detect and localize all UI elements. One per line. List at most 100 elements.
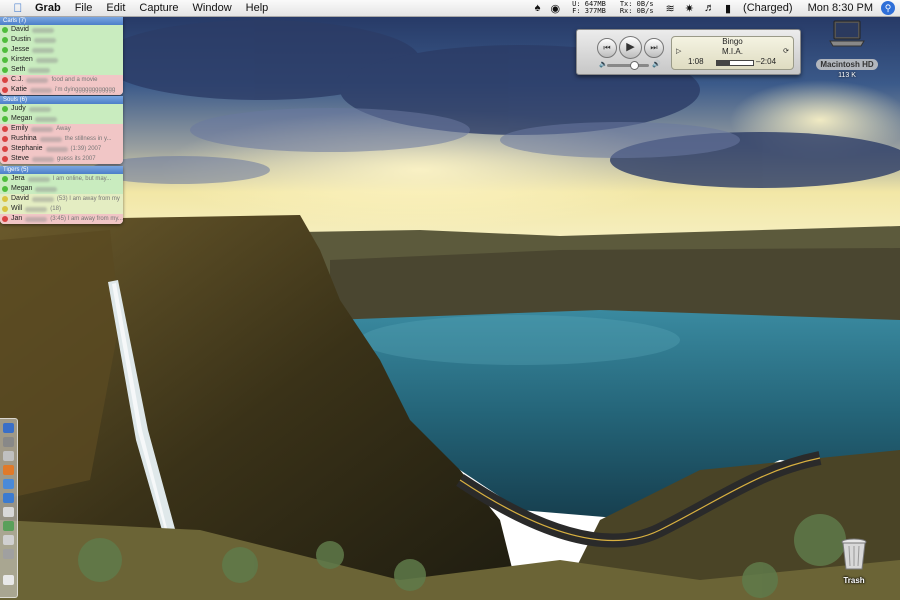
volume-icon[interactable]: ♬ [699,2,720,14]
dock-preferences-icon[interactable] [3,549,14,559]
buddy-row[interactable]: Will (18) [0,204,123,214]
dock-trash-icon[interactable] [3,575,14,585]
buddy-row[interactable]: Steve guess its 2007 [0,154,123,164]
dock-firefox-icon[interactable] [3,465,14,475]
previous-track-button[interactable]: ⏮ [597,38,617,58]
fast-forward-icon: ⏭ [650,43,658,52]
menu-capture[interactable]: Capture [132,0,185,16]
presence-status-icon [2,37,8,43]
buddy-name: Judy [11,105,26,112]
menubar-extras: ♠ ◉ U: 647MB F: 377MB Tx: 0B/s Rx: 0B/s … [530,0,900,16]
buddy-row[interactable]: Katie i'm dyingggggggggggg [0,85,123,95]
bluetooth-icon[interactable]: ✷ [680,2,699,15]
buddy-row[interactable]: Emily Away [0,124,123,134]
menu-help[interactable]: Help [239,0,276,16]
redacted-surname [28,106,51,112]
buddy-name: Jera [11,175,25,182]
buddy-row[interactable]: Judy [0,104,123,114]
dock-adium-icon[interactable] [3,521,14,531]
display-mode-icon[interactable]: ▷ [676,47,681,55]
play-button[interactable]: ▶ [619,36,642,59]
presence-status-icon [2,57,8,63]
buddy-row[interactable]: C.J. food and a movie [0,75,123,85]
artist-name: M.I.A. [722,47,743,56]
apple-icon[interactable]:  [8,1,28,15]
buddy-status-message: Away [56,126,71,132]
battery-status[interactable]: (Charged) [736,0,800,16]
snapback-icon[interactable]: ⟳ [783,47,789,55]
buddy-row[interactable]: Dustin [0,35,123,45]
redacted-surname [35,116,58,122]
trash-icon [841,538,867,570]
dock-itunes-icon[interactable] [3,451,14,461]
dock-mail-icon[interactable] [3,493,14,503]
dock-finder-icon[interactable] [3,423,14,433]
now-playing-display: ▷ ⟳ Bingo M.I.A. 1:08 –2:04 [671,36,794,70]
net-rx: Rx: 0B/s [619,7,654,15]
buddy-row[interactable]: Jesse [0,45,123,55]
memory-monitor[interactable]: U: 647MB F: 377MB [565,1,613,15]
battery-icon[interactable]: ▮ [720,2,736,15]
buddy-name: Megan [11,115,33,122]
redacted-surname [35,186,58,192]
buddy-row[interactable]: David (53) I am away from my [0,194,123,204]
next-track-button[interactable]: ⏭ [644,38,664,58]
wifi-icon[interactable]: ≋ [661,2,680,15]
elapsed-time: 1:08 [688,57,704,66]
macintosh-hd-icon[interactable]: Macintosh HD 113 K [812,19,882,79]
presence-status-icon [2,216,8,222]
redacted-surname [28,67,51,73]
buddy-row[interactable]: Jera I am online, but may... [0,174,123,184]
buddy-name: Kirsten [11,56,33,63]
dock-address-book-icon[interactable] [3,507,14,517]
buddy-group-panel: Tigers (5) Jera I am online, but may... Meg… [0,166,123,224]
dock-safari-icon[interactable] [3,479,14,489]
buddy-row[interactable]: Rushina the stillness in y... [0,134,123,144]
redacted-surname [25,206,48,212]
status-icon[interactable]: ♠ [530,2,546,14]
presence-status-icon [2,27,8,33]
buddy-group-header[interactable]: Carls (7) [0,17,123,25]
volume-slider-knob[interactable] [630,61,640,70]
buddy-name: Megan [11,185,33,192]
menu-app-grab[interactable]: Grab [28,0,68,16]
buddy-row[interactable]: Seth [0,65,123,75]
buddy-group-header[interactable]: Souls (6) [0,96,123,104]
presence-status-icon [2,206,8,212]
presence-status-icon [2,87,8,93]
menu-window[interactable]: Window [186,0,239,16]
buddy-group-header[interactable]: Tigers (5) [0,166,123,174]
spotlight-icon[interactable]: ⚲ [881,1,895,15]
timemachine-icon[interactable]: ◉ [546,2,566,15]
presence-status-icon [2,116,8,122]
progress-bar[interactable] [716,60,754,66]
menu-file[interactable]: File [68,0,100,16]
buddy-row[interactable]: Stephanie (1:39) 2007 [0,144,123,154]
buddy-name: David [11,195,29,202]
buddy-status-message: (1:39) 2007 [70,146,102,152]
buddy-name: Jesse [11,46,30,53]
buddy-status-message: (18) [50,206,61,212]
buddy-name: Rushina [11,135,37,142]
presence-status-icon [2,126,8,132]
network-monitor[interactable]: Tx: 0B/s Rx: 0B/s [613,1,661,15]
buddy-name: Emily [11,125,29,132]
buddy-row[interactable]: Jan (3:45) I am away from my... [0,214,123,224]
buddy-row[interactable]: David [0,25,123,35]
volume-slider-track[interactable] [607,64,649,67]
buddy-name: Stephanie [11,145,43,152]
buddy-row[interactable]: Megan [0,114,123,124]
trash-desktop-icon[interactable]: Trash [832,537,876,585]
buddy-row[interactable]: Megan [0,184,123,194]
buddy-name: Seth [11,66,26,73]
presence-status-icon [2,176,8,182]
menu-edit[interactable]: Edit [99,0,132,16]
buddy-row[interactable]: Kirsten [0,55,123,65]
laptop-drive-icon [829,20,865,47]
buddy-name: Will [11,205,23,212]
buddy-name: C.J. [11,76,24,83]
dock-textedit-icon[interactable] [3,535,14,545]
clock[interactable]: Mon 8:30 PM [800,2,881,14]
presence-status-icon [2,156,8,162]
dock-dashboard-icon[interactable] [3,437,14,447]
